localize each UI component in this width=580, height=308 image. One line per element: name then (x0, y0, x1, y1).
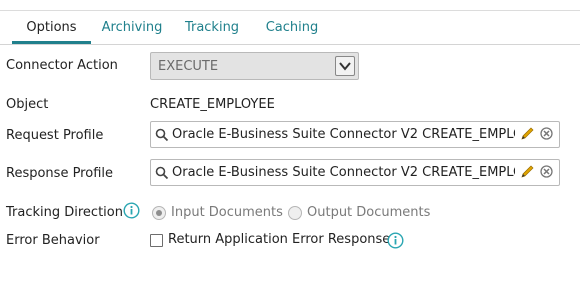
tab-archiving[interactable]: Archiving (101, 11, 163, 44)
connector-action-label: Connector Action (6, 58, 118, 73)
tab-bar: Options Archiving Tracking Caching (0, 11, 580, 45)
request-profile-label: Request Profile (6, 128, 104, 143)
tab-options[interactable]: Options (12, 11, 91, 44)
tab-caching[interactable]: Caching (265, 11, 319, 44)
info-icon[interactable] (123, 202, 140, 219)
object-label: Object (6, 97, 49, 112)
tab-tracking[interactable]: Tracking (183, 11, 241, 44)
chevron-down-icon (339, 62, 351, 71)
output-documents-label: Output Documents (307, 205, 431, 220)
input-documents-label: Input Documents (171, 205, 283, 220)
dropdown-button[interactable] (335, 56, 355, 76)
error-behavior-label: Error Behavior (6, 233, 100, 248)
pencil-icon[interactable] (521, 127, 534, 141)
response-profile-value: Oracle E-Business Suite Connector V2 CRE… (172, 165, 515, 180)
object-value: CREATE_EMPLOYEE (150, 97, 275, 112)
return-error-responses-label: Return Application Error Responses (168, 232, 398, 247)
search-icon (155, 166, 169, 180)
tracking-direction-label: Tracking Direction (6, 205, 123, 220)
info-icon[interactable] (387, 232, 404, 249)
clear-icon[interactable] (540, 165, 553, 178)
pencil-icon[interactable] (521, 165, 534, 179)
response-profile-label: Response Profile (6, 166, 113, 181)
response-profile-field[interactable]: Oracle E-Business Suite Connector V2 CRE… (150, 159, 560, 186)
request-profile-value: Oracle E-Business Suite Connector V2 CRE… (172, 127, 515, 142)
connector-action-value: EXECUTE (158, 59, 219, 74)
output-documents-radio[interactable] (288, 206, 302, 220)
request-profile-field[interactable]: Oracle E-Business Suite Connector V2 CRE… (150, 121, 560, 148)
clear-icon[interactable] (540, 127, 553, 140)
connector-action-select[interactable]: EXECUTE (150, 52, 359, 80)
return-error-responses-checkbox[interactable] (150, 234, 163, 247)
search-icon (155, 128, 169, 142)
input-documents-radio[interactable] (152, 206, 166, 220)
